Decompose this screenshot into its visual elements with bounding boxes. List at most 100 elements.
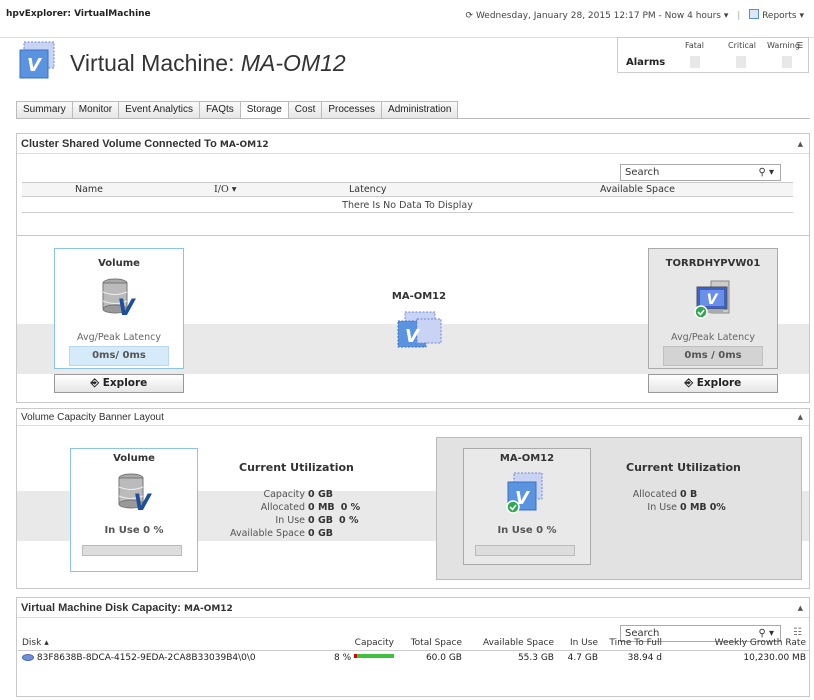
csv-search-placeholder: Search xyxy=(625,167,660,178)
col-weekly-growth[interactable]: Weekly Growth Rate xyxy=(666,636,810,651)
alarm-col-warning: Warning xyxy=(767,41,800,50)
tab-cost[interactable]: Cost xyxy=(287,101,322,119)
volume-node[interactable]: Volume V Avg/Peak Latency 0ms/ 0ms xyxy=(54,248,184,369)
table-row[interactable]: 83F8638B-8DCA-4152-9EDA-2CA8B33039B4\0\0… xyxy=(18,650,810,665)
search-icon[interactable]: ⚲ ▾ xyxy=(758,165,774,180)
disk-cell[interactable]: 83F8638B-8DCA-4152-9EDA-2CA8B33039B4\0\0 xyxy=(18,650,318,665)
collapse-icon[interactable]: ▲ xyxy=(798,413,803,421)
vm-util-stats: Allocated 0 B In Use 0 MB 0% xyxy=(613,489,763,515)
host-explore-label: Explore xyxy=(696,377,742,389)
top-bar: hpvExplorer: VirtualMachine ⟳ Wednesday,… xyxy=(0,0,814,38)
inuse-value: 0 GB xyxy=(308,515,333,526)
inuse-label: In Use xyxy=(275,515,305,526)
available-label: Available Space xyxy=(230,528,305,539)
col-total-space[interactable]: Total Space xyxy=(398,636,466,651)
vm-node-name: MA-OM12 xyxy=(391,291,447,302)
disk-table: Disk ▴ Capacity Total Space Available Sp… xyxy=(18,636,810,665)
topology-panel: Volume V Avg/Peak Latency 0ms/ 0ms ⎆ Exp… xyxy=(16,236,810,403)
alarms-label: Alarms xyxy=(626,57,666,68)
time-range-selector[interactable]: Wednesday, January 28, 2015 12:17 PM - N… xyxy=(476,11,721,21)
vm-node-icon[interactable]: V xyxy=(395,309,445,351)
tab-summary[interactable]: Summary xyxy=(16,101,72,119)
alarm-critical-count[interactable] xyxy=(736,56,746,68)
chevron-down-icon[interactable]: ▾ xyxy=(724,11,729,21)
disk-name: 83F8638B-8DCA-4152-9EDA-2CA8B33039B4\0\0 xyxy=(36,652,256,663)
col-disk[interactable]: Disk ▴ xyxy=(18,636,318,651)
reports-chevron-icon[interactable]: ▾ xyxy=(797,11,804,21)
svg-text:V: V xyxy=(707,292,719,308)
volume-explore-button[interactable]: ⎆ Explore xyxy=(54,374,184,393)
col-capacity[interactable]: Capacity xyxy=(318,636,398,651)
disk-icon xyxy=(22,653,34,661)
capacity-vm-title: MA-OM12 xyxy=(499,453,555,464)
capacity-panel-title: Volume Capacity Banner Layout xyxy=(21,412,164,423)
csv-table-header: Name I/O ▾ Latency Available Space xyxy=(22,182,793,197)
explore-icon: ⎆ xyxy=(684,377,694,389)
empty-message: There Is No Data To Display xyxy=(22,198,793,213)
alarm-fatal-count[interactable] xyxy=(690,56,700,68)
disk-panel: Virtual Machine Disk Capacity: MA-OM12 ▲… xyxy=(16,597,810,697)
virtual-machine-icon: V xyxy=(19,41,55,79)
tab-processes[interactable]: Processes xyxy=(321,101,382,119)
time-to-full-cell: 38.94 d xyxy=(627,652,662,663)
breadcrumb[interactable]: hpvExplorer: VirtualMachine xyxy=(6,9,151,19)
capacity-panel: Volume Capacity Banner Layout ▲ Volume V… xyxy=(16,408,810,589)
tab-administration[interactable]: Administration xyxy=(381,101,459,119)
tab-storage[interactable]: Storage xyxy=(239,101,288,119)
tab-event-analytics[interactable]: Event Analytics xyxy=(118,101,199,119)
explore-icon: ⎆ xyxy=(90,377,100,389)
volume-util-stats: Capacity 0 GB Allocated 0 MB 0 % In Use … xyxy=(217,489,360,541)
host-server-icon: V xyxy=(694,280,730,319)
col-time-to-full[interactable]: Time To Full xyxy=(602,636,666,651)
vm-icon: V xyxy=(506,472,543,514)
volume-util-heading: Current Utilization xyxy=(239,461,354,474)
tab-bar: Summary Monitor Event Analytics FAQts St… xyxy=(16,101,459,119)
capacity-cell: 8 % xyxy=(318,650,398,665)
col-in-use[interactable]: In Use xyxy=(558,636,602,651)
allocated-label: Allocated xyxy=(260,502,305,513)
alarm-col-critical: Critical xyxy=(728,41,756,50)
time-range: ⟳ Wednesday, January 28, 2015 12:17 PM -… xyxy=(465,9,804,21)
svg-text:V: V xyxy=(117,296,136,317)
allocated-value: 0 MB xyxy=(308,502,335,513)
volume-latency-label: Avg/Peak Latency xyxy=(77,332,161,343)
col-name[interactable]: Name xyxy=(75,184,103,195)
menu-icon[interactable]: ☰ xyxy=(796,41,803,50)
csv-panel-target: MA-OM12 xyxy=(219,140,269,150)
capacity-value: 0 GB xyxy=(308,489,333,500)
available-value[interactable]: 0 GB xyxy=(308,528,333,539)
tab-monitor[interactable]: Monitor xyxy=(71,101,119,119)
volume-icon: V xyxy=(102,278,136,317)
capacity-volume-inuse-label: In Use 0 % xyxy=(104,525,164,536)
tab-divider xyxy=(16,118,810,119)
capacity-volume-title: Volume xyxy=(113,453,155,464)
col-disk-label: Disk xyxy=(22,637,42,648)
col-available-space[interactable]: Available Space xyxy=(600,184,675,195)
page-title-prefix: Virtual Machine: xyxy=(70,50,235,76)
disk-panel-target: MA-OM12 xyxy=(184,604,233,614)
alarm-warning-count[interactable] xyxy=(782,56,792,68)
csv-panel-title: Cluster Shared Volume Connected To xyxy=(21,138,217,150)
col-available-space[interactable]: Available Space xyxy=(466,636,558,651)
vm-util-heading: Current Utilization xyxy=(626,461,741,474)
host-explore-button[interactable]: ⎆ Explore xyxy=(648,374,778,393)
collapse-icon[interactable]: ▲ xyxy=(798,140,803,148)
alarms-summary[interactable]: Fatal Critical Warning ☰ Alarms xyxy=(617,37,809,73)
csv-search-input[interactable]: Search ⚲ ▾ xyxy=(620,164,781,181)
vm-inuse-pct: 0% xyxy=(709,502,726,513)
volume-explore-label: Explore xyxy=(102,377,148,389)
host-node[interactable]: TORRDHYPVW01 V Avg/Peak Latency 0ms / 0m… xyxy=(648,248,778,369)
tab-faqts[interactable]: FAQts xyxy=(198,101,240,119)
reports-menu[interactable]: Reports xyxy=(762,11,797,21)
csv-panel: Cluster Shared Volume Connected To MA-OM… xyxy=(16,133,810,236)
capacity-panel-header: Volume Capacity Banner Layout xyxy=(17,409,809,426)
reports-icon xyxy=(749,9,760,19)
col-latency[interactable]: Latency xyxy=(349,184,387,195)
weekly-growth-cell: 10,230.00 MB xyxy=(743,652,806,663)
vm-inuse-label: In Use xyxy=(647,502,677,513)
volume-latency-value: 0ms/ 0ms xyxy=(69,346,169,366)
col-io[interactable]: I/O ▾ xyxy=(214,184,237,195)
capacity-volume-node[interactable]: Volume V In Use 0 % xyxy=(70,448,198,572)
capacity-vm-node[interactable]: MA-OM12 V In Use 0 % xyxy=(463,448,591,565)
collapse-icon[interactable]: ▲ xyxy=(798,604,803,612)
